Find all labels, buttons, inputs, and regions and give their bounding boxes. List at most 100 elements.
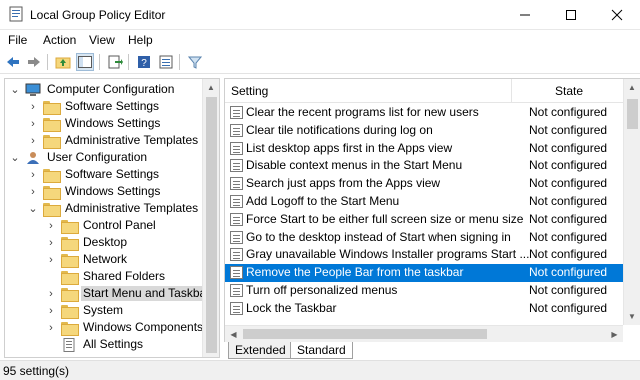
setting-name: List desktop apps first in the Apps view	[246, 140, 453, 155]
table-row[interactable]: Search just apps from the Apps view Not c…	[225, 175, 623, 193]
chevron-right-icon[interactable]: ›	[27, 166, 39, 183]
setting-name: Clear the recent programs list for new u…	[246, 105, 479, 119]
column-header-setting[interactable]: Setting	[231, 84, 268, 98]
scroll-up-icon[interactable]: ▲	[624, 79, 640, 96]
properties-view-button[interactable]	[157, 53, 175, 71]
chevron-right-icon[interactable]: ›	[45, 285, 57, 302]
folder-icon	[43, 117, 61, 132]
table-row[interactable]: Turn off personalized menus Not configure…	[225, 282, 623, 300]
status-text: 95 setting(s)	[3, 364, 70, 378]
menu-help[interactable]: Help	[128, 33, 153, 47]
menu-view[interactable]: View	[89, 33, 115, 47]
console-tree[interactable]: ⌄ Computer Configuration › Software Setting…	[4, 78, 220, 358]
setting-state: Not configured	[529, 247, 608, 262]
scroll-right-icon[interactable]: ▶	[606, 326, 623, 342]
chevron-right-icon[interactable]: ›	[45, 251, 57, 268]
up-level-button[interactable]	[54, 53, 72, 71]
settings-list: Setting State Clear the recent programs …	[224, 78, 640, 342]
tree-item[interactable]: › Network	[45, 251, 129, 268]
filter-icon	[188, 56, 202, 69]
forward-button[interactable]	[25, 53, 43, 71]
menu-file[interactable]: File	[8, 33, 27, 47]
tree-item[interactable]: All Settings	[45, 336, 145, 353]
tree-item[interactable]: › Windows Settings	[27, 183, 162, 200]
chevron-right-icon[interactable]: ›	[45, 319, 57, 336]
export-list-button[interactable]	[106, 53, 124, 71]
setting-state: Not configured	[529, 194, 608, 208]
setting-name: Add Logoff to the Start Menu	[246, 194, 400, 208]
filter-button[interactable]	[186, 53, 204, 71]
chevron-right-icon[interactable]: ›	[27, 98, 39, 115]
setting-state: Not configured	[529, 283, 608, 297]
table-row[interactable]: Clear the recent programs list for new u…	[225, 104, 623, 122]
scroll-thumb[interactable]	[206, 97, 217, 353]
tab-standard[interactable]: Standard	[290, 342, 353, 359]
tree-item[interactable]: › Administrative Templates	[27, 132, 200, 149]
chevron-right-icon[interactable]: ›	[45, 234, 57, 251]
table-row[interactable]: Disable context menus in the Start Menu N…	[225, 157, 623, 175]
chevron-down-icon[interactable]: ⌄	[27, 200, 39, 217]
scroll-thumb[interactable]	[627, 99, 638, 129]
folder-icon	[43, 185, 61, 200]
tree-item[interactable]: › Windows Settings	[27, 115, 162, 132]
toolbar-separator	[128, 54, 129, 70]
tree-item-label: Network	[83, 252, 128, 266]
table-row[interactable]: Lock the Taskbar Not configured	[225, 300, 623, 318]
tree-item[interactable]: ⌄ User Configuration	[9, 149, 149, 166]
chevron-right-icon[interactable]: ›	[27, 132, 39, 149]
tree-item-label: Software Settings	[65, 167, 160, 181]
column-divider[interactable]	[511, 79, 512, 103]
tree-scrollbar[interactable]: ▲	[202, 79, 219, 357]
show-hide-tree-button[interactable]	[76, 53, 94, 71]
list-vertical-scrollbar[interactable]: ▲ ▼	[623, 79, 640, 325]
scroll-up-icon[interactable]: ▲	[203, 79, 219, 96]
tree-item[interactable]: Shared Folders	[45, 268, 167, 285]
tree-item[interactable]: › System	[45, 302, 125, 319]
tree-item[interactable]: ⌄ Administrative Templates	[27, 200, 200, 217]
status-bar: 95 setting(s)	[0, 360, 640, 380]
table-row[interactable]: Add Logoff to the Start Menu Not configur…	[225, 193, 623, 211]
table-row[interactable]: Remove the People Bar from the taskbar No…	[225, 264, 623, 282]
maximize-icon	[566, 10, 576, 20]
chevron-right-icon[interactable]: ›	[27, 115, 39, 132]
chevron-down-icon[interactable]: ⌄	[9, 149, 21, 166]
policy-setting-icon	[230, 141, 243, 155]
chevron-right-icon[interactable]: ›	[27, 183, 39, 200]
table-row[interactable]: Gray unavailable Windows Installer progr…	[225, 246, 623, 264]
tree-item[interactable]: › Windows Components	[45, 319, 205, 336]
tree-item[interactable]: › Software Settings	[27, 166, 161, 183]
back-button[interactable]	[4, 53, 22, 71]
scroll-thumb[interactable]	[243, 329, 487, 339]
scroll-left-icon[interactable]: ◀	[225, 326, 242, 342]
setting-state: Not configured	[529, 300, 608, 315]
help-button[interactable]: ?	[135, 53, 153, 71]
tree-item[interactable]: › Software Settings	[27, 98, 161, 115]
chevron-right-icon[interactable]: ›	[45, 217, 57, 234]
policy-editor-icon	[9, 6, 23, 22]
tab-extended[interactable]: Extended	[228, 342, 293, 359]
tree-item[interactable]: › Start Menu and Taskbar	[45, 285, 213, 302]
table-row[interactable]: Go to the desktop instead of Start when …	[225, 229, 623, 247]
minimize-icon	[520, 14, 530, 16]
tree-item[interactable]: ⌄ Computer Configuration	[9, 81, 176, 98]
minimize-button[interactable]	[502, 0, 548, 30]
table-row[interactable]: List desktop apps first in the Apps view…	[225, 140, 623, 158]
table-row[interactable]: Clear tile notifications during log on No…	[225, 122, 623, 140]
chevron-right-icon[interactable]: ›	[45, 302, 57, 319]
policy-setting-icon	[230, 195, 243, 208]
close-button[interactable]	[594, 0, 640, 30]
table-row[interactable]: Force Start to be either full screen siz…	[225, 211, 623, 229]
chevron-down-icon[interactable]: ⌄	[9, 81, 21, 98]
setting-name: Gray unavailable Windows Installer progr…	[246, 247, 530, 262]
list-horizontal-scrollbar[interactable]: ◀ ▶	[225, 325, 623, 342]
tree-item-label: Windows Settings	[65, 184, 161, 198]
tree-item[interactable]: › Desktop	[45, 234, 129, 251]
tree-item[interactable]: › Control Panel	[45, 217, 158, 234]
maximize-button[interactable]	[548, 0, 594, 30]
setting-state: Not configured	[529, 265, 608, 280]
menu-action[interactable]: Action	[43, 33, 76, 47]
scroll-down-icon[interactable]: ▼	[624, 308, 640, 325]
column-header-state[interactable]: State	[555, 84, 583, 98]
